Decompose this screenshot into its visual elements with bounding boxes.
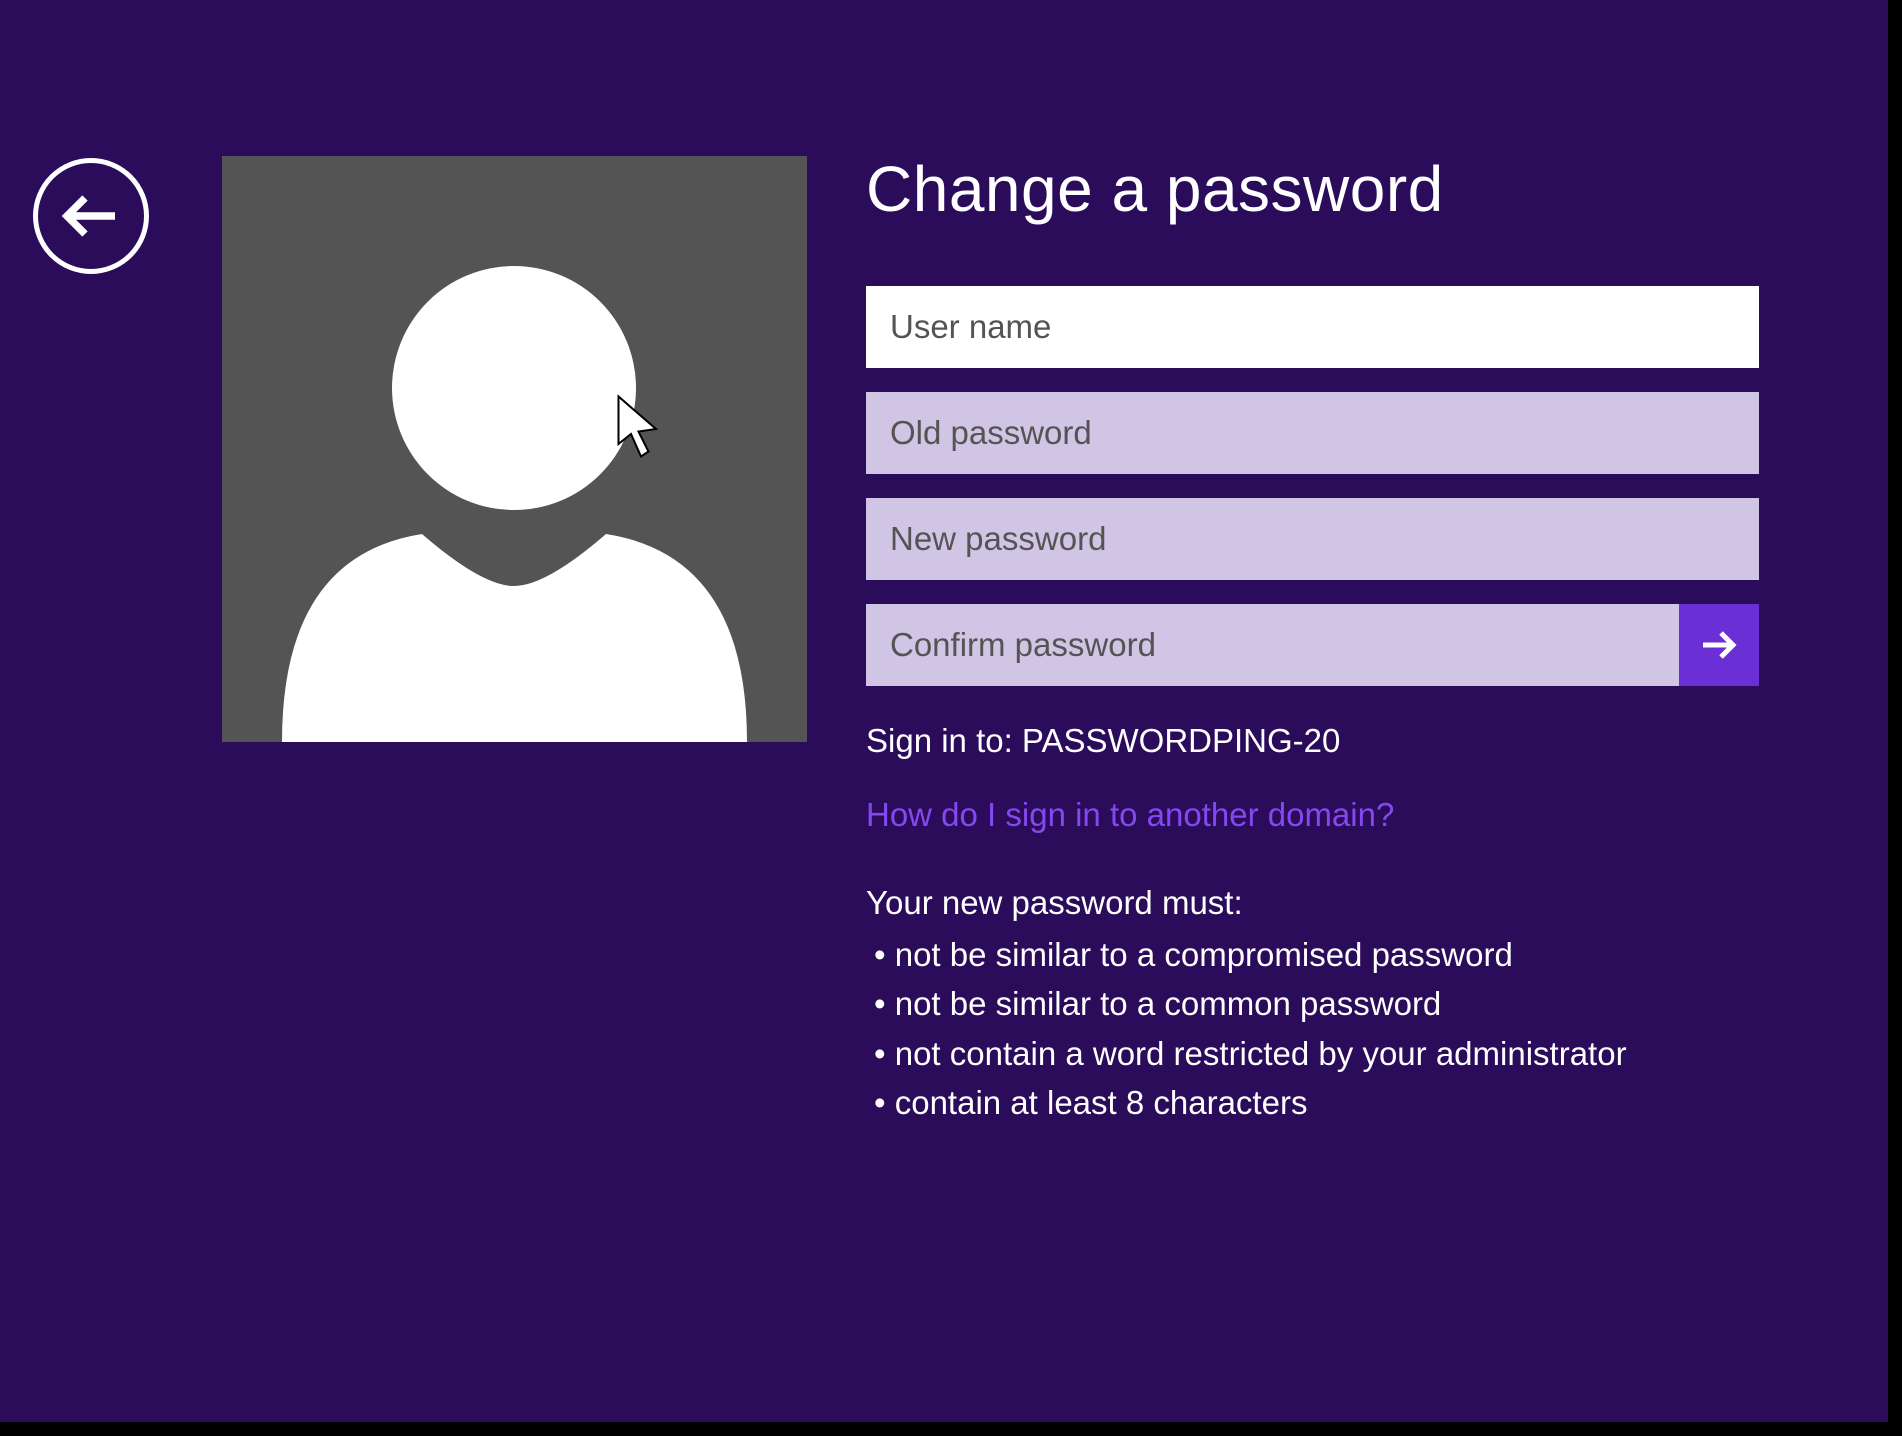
submit-arrow-icon [1695, 621, 1743, 669]
confirm-password-row [866, 604, 1776, 686]
user-avatar [222, 156, 807, 742]
old-password-input[interactable] [866, 392, 1759, 474]
submit-button[interactable] [1679, 604, 1759, 686]
page-title: Change a password [866, 152, 1776, 226]
password-requirements: Your new password must: • not be similar… [866, 878, 1776, 1128]
change-password-screen: Change a password Sign in to: PASSWORDPI… [0, 0, 1888, 1422]
confirm-password-input[interactable] [866, 604, 1679, 686]
new-password-input[interactable] [866, 498, 1759, 580]
back-arrow-icon [55, 180, 127, 252]
old-password-row [866, 392, 1776, 474]
help-link[interactable]: How do I sign in to another domain? [866, 796, 1394, 834]
requirement-item: • not be similar to a compromised passwo… [866, 930, 1776, 980]
username-row [866, 286, 1776, 368]
avatar-icon [222, 156, 807, 742]
back-button[interactable] [33, 158, 149, 274]
requirement-item: • contain at least 8 characters [866, 1078, 1776, 1128]
requirement-item: • not be similar to a common password [866, 979, 1776, 1029]
requirements-heading: Your new password must: [866, 878, 1776, 928]
username-input[interactable] [866, 286, 1759, 368]
content-area: Change a password Sign in to: PASSWORDPI… [866, 152, 1776, 1128]
sign-in-domain-text: Sign in to: PASSWORDPING-20 [866, 722, 1776, 760]
new-password-row [866, 498, 1776, 580]
requirement-item: • not contain a word restricted by your … [866, 1029, 1776, 1079]
